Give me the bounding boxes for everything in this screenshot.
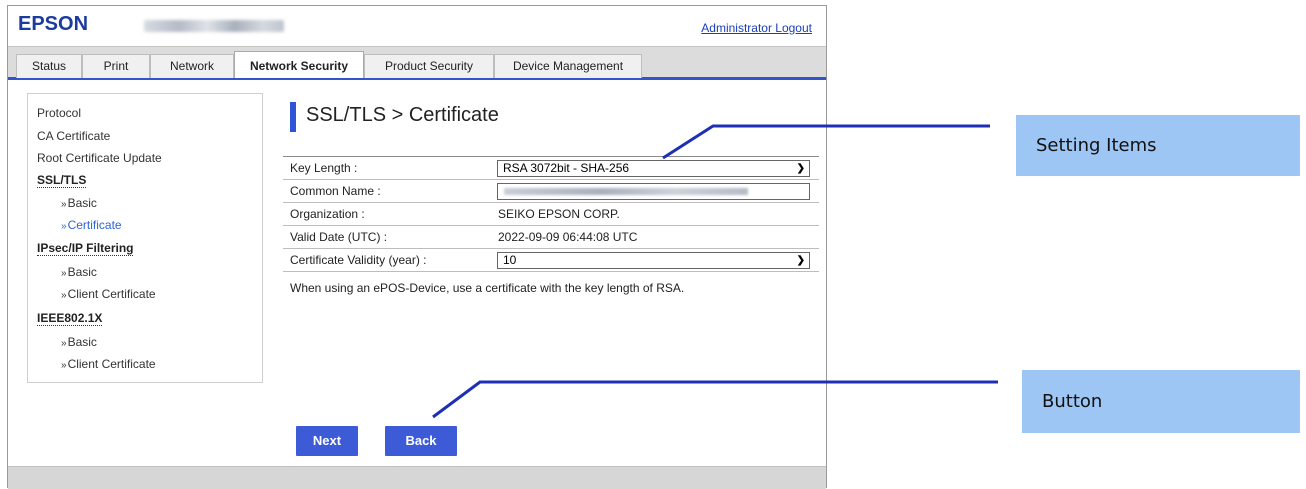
setting-items-callout: Setting Items: [1016, 115, 1300, 176]
setting-items-pointer: [662, 124, 990, 160]
button-callout: Button: [1022, 370, 1300, 433]
button-callout-label: Button: [1042, 391, 1103, 412]
button-pointer: [432, 380, 998, 419]
setting-items-callout-label: Setting Items: [1036, 135, 1157, 156]
